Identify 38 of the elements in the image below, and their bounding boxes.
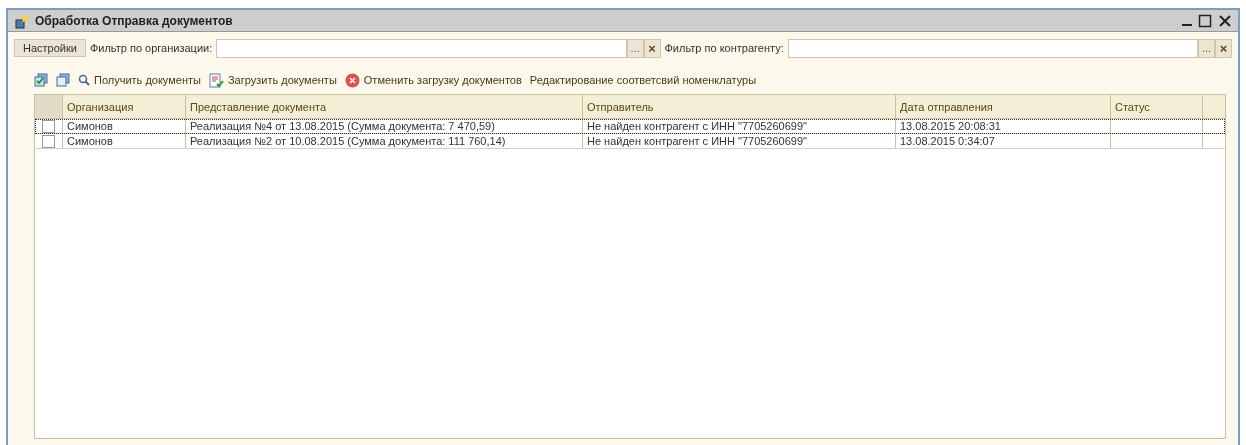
table-cell: 13.08.2015 0:34:07 — [900, 135, 995, 147]
maximize-button[interactable] — [1198, 13, 1212, 28]
row-checkbox[interactable] — [42, 134, 55, 148]
document-check-icon — [208, 72, 224, 88]
filter-label: Фильтр по контрагенту: — [664, 42, 784, 54]
table-cell: Реализация №4 от 13.08.2015 (Сумма документа: 7 470,59) — [190, 120, 495, 132]
window-title: Обработка Отправка документов — [35, 13, 233, 28]
table-cell: 13.08.2015 20:08:31 — [900, 120, 1001, 132]
settings-button[interactable]: Настройки — [14, 39, 86, 57]
table-cell: Не найден контрагент с ИНН "7705260699" — [587, 135, 807, 147]
form-icon — [14, 12, 30, 29]
table-row[interactable]: Симонов Реализация №4 от 13.08.2015 (Сумма документа: 7 470,59) Не найден контрагент с ИНН "7705260699" 13.08.2015 20:08:31 — [35, 119, 1225, 134]
column-header[interactable]: Отправитель — [583, 95, 896, 118]
close-button[interactable] — [1218, 13, 1232, 28]
table-row[interactable]: Симонов Реализация №2 от 10.08.2015 (Сумма документа: 111 760,14) Не найден контрагент с ИНН "7705260699" 13.08.2015 0:34:07 — [35, 134, 1225, 149]
cancel-load-button[interactable]: Отменить загрузку документов — [344, 72, 522, 88]
column-header[interactable]: Дата отправления — [896, 95, 1111, 118]
table-cell: Симонов — [67, 120, 113, 132]
load-documents-button[interactable]: Загрузить документы — [208, 72, 337, 88]
table-cell: Симонов — [67, 135, 113, 147]
get-documents-button[interactable]: Получить документы — [78, 74, 201, 86]
search-icon — [78, 74, 90, 86]
cancel-icon — [344, 72, 360, 88]
choose-button[interactable]: ... — [1198, 38, 1215, 58]
filter-field[interactable] — [787, 38, 1198, 58]
edit-mapping-button[interactable]: Редактирование соответсвий номенклатуры — [529, 74, 757, 86]
row-checkbox[interactable] — [42, 119, 55, 133]
clear-button[interactable]: × — [1215, 38, 1232, 58]
table-cell: Реализация №2 от 10.08.2015 (Сумма документа: 111 760,14) — [190, 135, 506, 147]
minimize-icon — [1182, 23, 1192, 26]
filter-label: Фильтр по организации: — [89, 42, 213, 54]
check-all-button[interactable] — [34, 73, 48, 87]
filter-field[interactable] — [216, 38, 627, 58]
table-cell: Не найден контрагент с ИНН "7705260699" — [587, 120, 807, 132]
uncheck-all-button[interactable] — [56, 73, 70, 87]
column-header[interactable]: Статус — [1111, 95, 1203, 118]
column-header[interactable]: Организация — [63, 95, 186, 118]
column-header[interactable]: Представление документа — [186, 95, 583, 118]
